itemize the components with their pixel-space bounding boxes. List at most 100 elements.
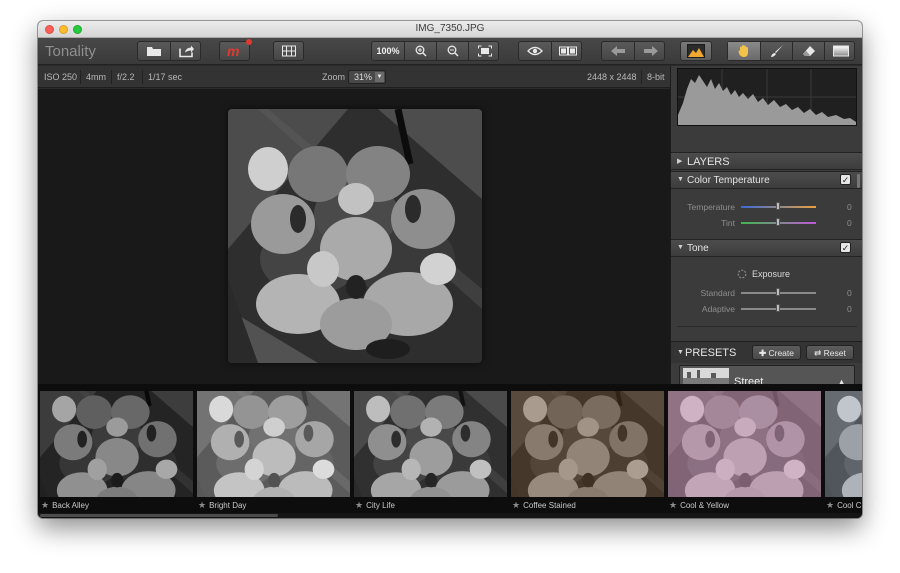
layers-header[interactable]: ▶ LAYERS: [671, 152, 862, 170]
preset-thumb-cool-c[interactable]: [825, 391, 862, 497]
preset-preview-image: [354, 391, 507, 497]
redo-arrow-icon: [643, 46, 658, 56]
redo-button[interactable]: [634, 42, 666, 60]
preset-label[interactable]: ★ City Life: [355, 500, 395, 511]
split-view-button[interactable]: [551, 42, 583, 60]
zoom-select[interactable]: 31% ▼: [348, 70, 386, 84]
temperature-slider-knob[interactable]: [776, 202, 780, 210]
toolbar: Tonality m 100%: [38, 38, 862, 65]
eraser-icon: [802, 46, 815, 56]
preset-label[interactable]: ★ Cool & Yellow: [669, 500, 729, 511]
preset-thumb-cool-yellow[interactable]: [668, 391, 821, 497]
create-preset-button[interactable]: ✚ Create: [752, 345, 801, 360]
fit-screen-button[interactable]: [468, 42, 500, 60]
disclosure-down-icon: ▼: [677, 349, 684, 356]
star-icon[interactable]: ★: [41, 500, 49, 510]
split-view-icon: [558, 46, 577, 56]
zoom-in-icon: [415, 45, 427, 57]
image-adjust-icon: [687, 44, 705, 58]
zoom-in-button[interactable]: [404, 42, 436, 60]
reset-button[interactable]: ⇄ Reset: [806, 345, 854, 360]
preset-preview-image: [668, 391, 821, 497]
notification-dot: [246, 39, 252, 45]
preset-label[interactable]: ★ Coffee Stained: [512, 500, 576, 511]
undo-button[interactable]: [602, 42, 634, 60]
window-title: IMG_7350.JPG: [415, 23, 485, 34]
preset-label[interactable]: ★ Back Alley: [41, 500, 89, 511]
gradient-icon: [832, 45, 849, 57]
photo-image: [228, 109, 482, 363]
tint-slider-knob[interactable]: [776, 218, 780, 226]
standard-value: 0: [847, 288, 852, 298]
star-icon[interactable]: ★: [669, 500, 677, 510]
standard-label: Standard: [700, 288, 736, 298]
filmstrip-scrollbar[interactable]: [38, 513, 862, 518]
image-dimensions: 2448 x 2448: [587, 72, 637, 82]
adjustments-panel: ▶ LAYERS ▼ Color Temperature ✓ Temperatu…: [670, 66, 862, 399]
zoom-out-button[interactable]: [436, 42, 468, 60]
adaptive-slider-knob[interactable]: [776, 304, 780, 312]
section-divider: [677, 326, 857, 327]
zoom-select-value: 31%: [354, 72, 373, 82]
tool-group: [727, 41, 855, 61]
star-icon[interactable]: ★: [355, 500, 363, 510]
share-icon: [178, 45, 194, 58]
histogram: [677, 68, 857, 126]
history-group: [601, 41, 665, 61]
adaptive-value: 0: [847, 304, 852, 314]
preset-preview-image: [825, 391, 862, 497]
title-bar: IMG_7350.JPG: [38, 21, 862, 38]
folder-icon: [147, 47, 161, 56]
panel-scrollbar[interactable]: [857, 174, 860, 188]
focal-length-value: 4mm: [86, 72, 106, 82]
star-icon[interactable]: ★: [512, 500, 520, 510]
preview-original-button[interactable]: [519, 42, 551, 60]
eye-icon: [527, 46, 543, 56]
zoom-label: Zoom: [322, 72, 346, 82]
gradient-tool-button[interactable]: [824, 42, 856, 60]
preset-thumb-back-alley[interactable]: [40, 391, 193, 497]
file-group: [137, 41, 201, 61]
filmstrip-scroll-thumb[interactable]: [40, 514, 278, 517]
macphun-button[interactable]: m: [219, 39, 252, 61]
preset-label[interactable]: ★ Bright Day: [198, 500, 246, 511]
chevron-down-icon: ▼: [375, 72, 384, 82]
macphun-logo-icon: m: [227, 44, 239, 58]
tint-value: 0: [847, 218, 852, 228]
temperature-label: Temperature: [687, 202, 735, 212]
layers-view-button[interactable]: [680, 41, 712, 61]
disclosure-down-icon: ▼: [677, 176, 684, 183]
preset-thumb-coffee-stained[interactable]: [511, 391, 664, 497]
tone-checkbox[interactable]: ✓: [840, 242, 851, 253]
zoom-out-icon: [447, 45, 459, 57]
brush-tool-button[interactable]: [760, 42, 792, 60]
hand-tool-button[interactable]: [728, 42, 760, 60]
open-button[interactable]: [138, 42, 170, 60]
eraser-tool-button[interactable]: [792, 42, 824, 60]
star-icon[interactable]: ★: [198, 500, 206, 510]
main-photo[interactable]: [228, 109, 482, 363]
color-temperature-checkbox[interactable]: ✓: [840, 174, 851, 185]
view-group: [518, 41, 582, 61]
app-name: Tonality: [45, 43, 96, 60]
preset-label[interactable]: ★ Cool C: [826, 500, 862, 511]
star-icon[interactable]: ★: [826, 500, 834, 510]
tone-header[interactable]: ▼ Tone ✓: [671, 239, 862, 257]
compare-layout-button[interactable]: [273, 41, 304, 61]
app-window: IMG_7350.JPG Tonality m 100% ISO 250 4mm…: [38, 21, 862, 518]
preset-thumb-bright-day[interactable]: [197, 391, 350, 497]
actual-size-button[interactable]: 100%: [372, 42, 404, 60]
presets-header: ▼ PRESETS ✚ Create ⇄ Reset: [671, 341, 862, 363]
standard-slider-knob[interactable]: [776, 288, 780, 296]
presets-title: PRESETS: [685, 347, 737, 359]
image-canvas[interactable]: [38, 89, 670, 384]
disclosure-right-icon: ▶: [677, 158, 683, 165]
preset-preview-image: [40, 391, 193, 497]
color-temperature-header[interactable]: ▼ Color Temperature ✓: [671, 171, 862, 189]
disclosure-down-icon: ▼: [677, 244, 684, 251]
preset-thumb-city-life[interactable]: [354, 391, 507, 497]
share-button[interactable]: [170, 42, 202, 60]
tint-label: Tint: [721, 218, 735, 228]
bit-depth: 8-bit: [647, 72, 665, 82]
shutter-speed-value: 1/17 sec: [148, 72, 183, 82]
